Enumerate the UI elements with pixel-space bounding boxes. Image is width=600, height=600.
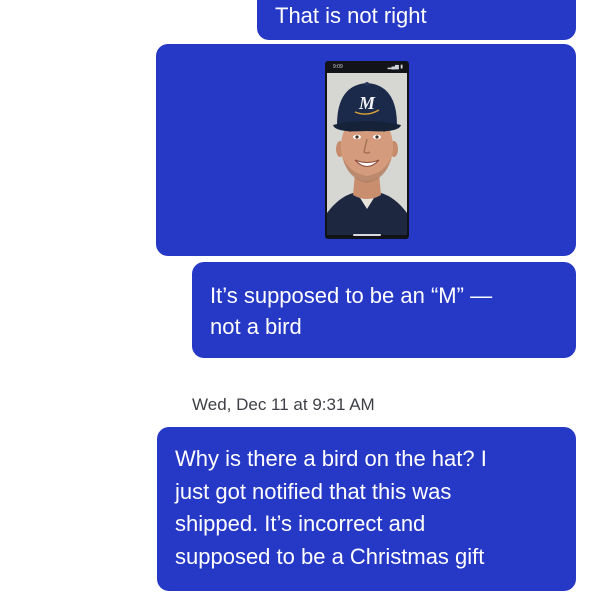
status-time: 9:09 [333,64,343,70]
message-line: Why is there a bird on the hat? I [175,446,487,471]
message-line: just got notified that this was [175,478,452,504]
phone-status-bar: 9:09 ▂▄▆ ▮ [325,61,409,73]
cap-logo: M [358,93,376,113]
signal-battery-icon: ▂▄▆ ▮ [387,64,403,70]
timestamp: Wed, Dec 11 at 9:31 AM [192,395,375,414]
message-line: It’s supposed to be an “M” — [210,283,493,308]
player-photo: M [327,73,407,235]
home-indicator [353,234,381,236]
message-line: shipped. It’s incorrect and [175,511,426,536]
message-line: That is not right [275,3,427,28]
phone-screenshot[interactable]: 9:09 ▂▄▆ ▮ M [325,61,409,239]
message-line: not a bird [210,314,302,339]
message-bubble[interactable]: Why is there a bird on the hat? I just g… [157,427,576,591]
message-bubble[interactable]: That is not right [257,0,576,40]
message-thread: That is not right 9:09 ▂▄▆ ▮ M It’s supp… [0,0,600,600]
image-message-bubble[interactable]: 9:09 ▂▄▆ ▮ M [156,44,576,256]
message-bubble[interactable]: It’s supposed to be an “M” — not a bird [192,262,576,358]
message-line: supposed to be a Christmas gift [175,543,485,569]
baseball-player-portrait: M [327,73,407,235]
